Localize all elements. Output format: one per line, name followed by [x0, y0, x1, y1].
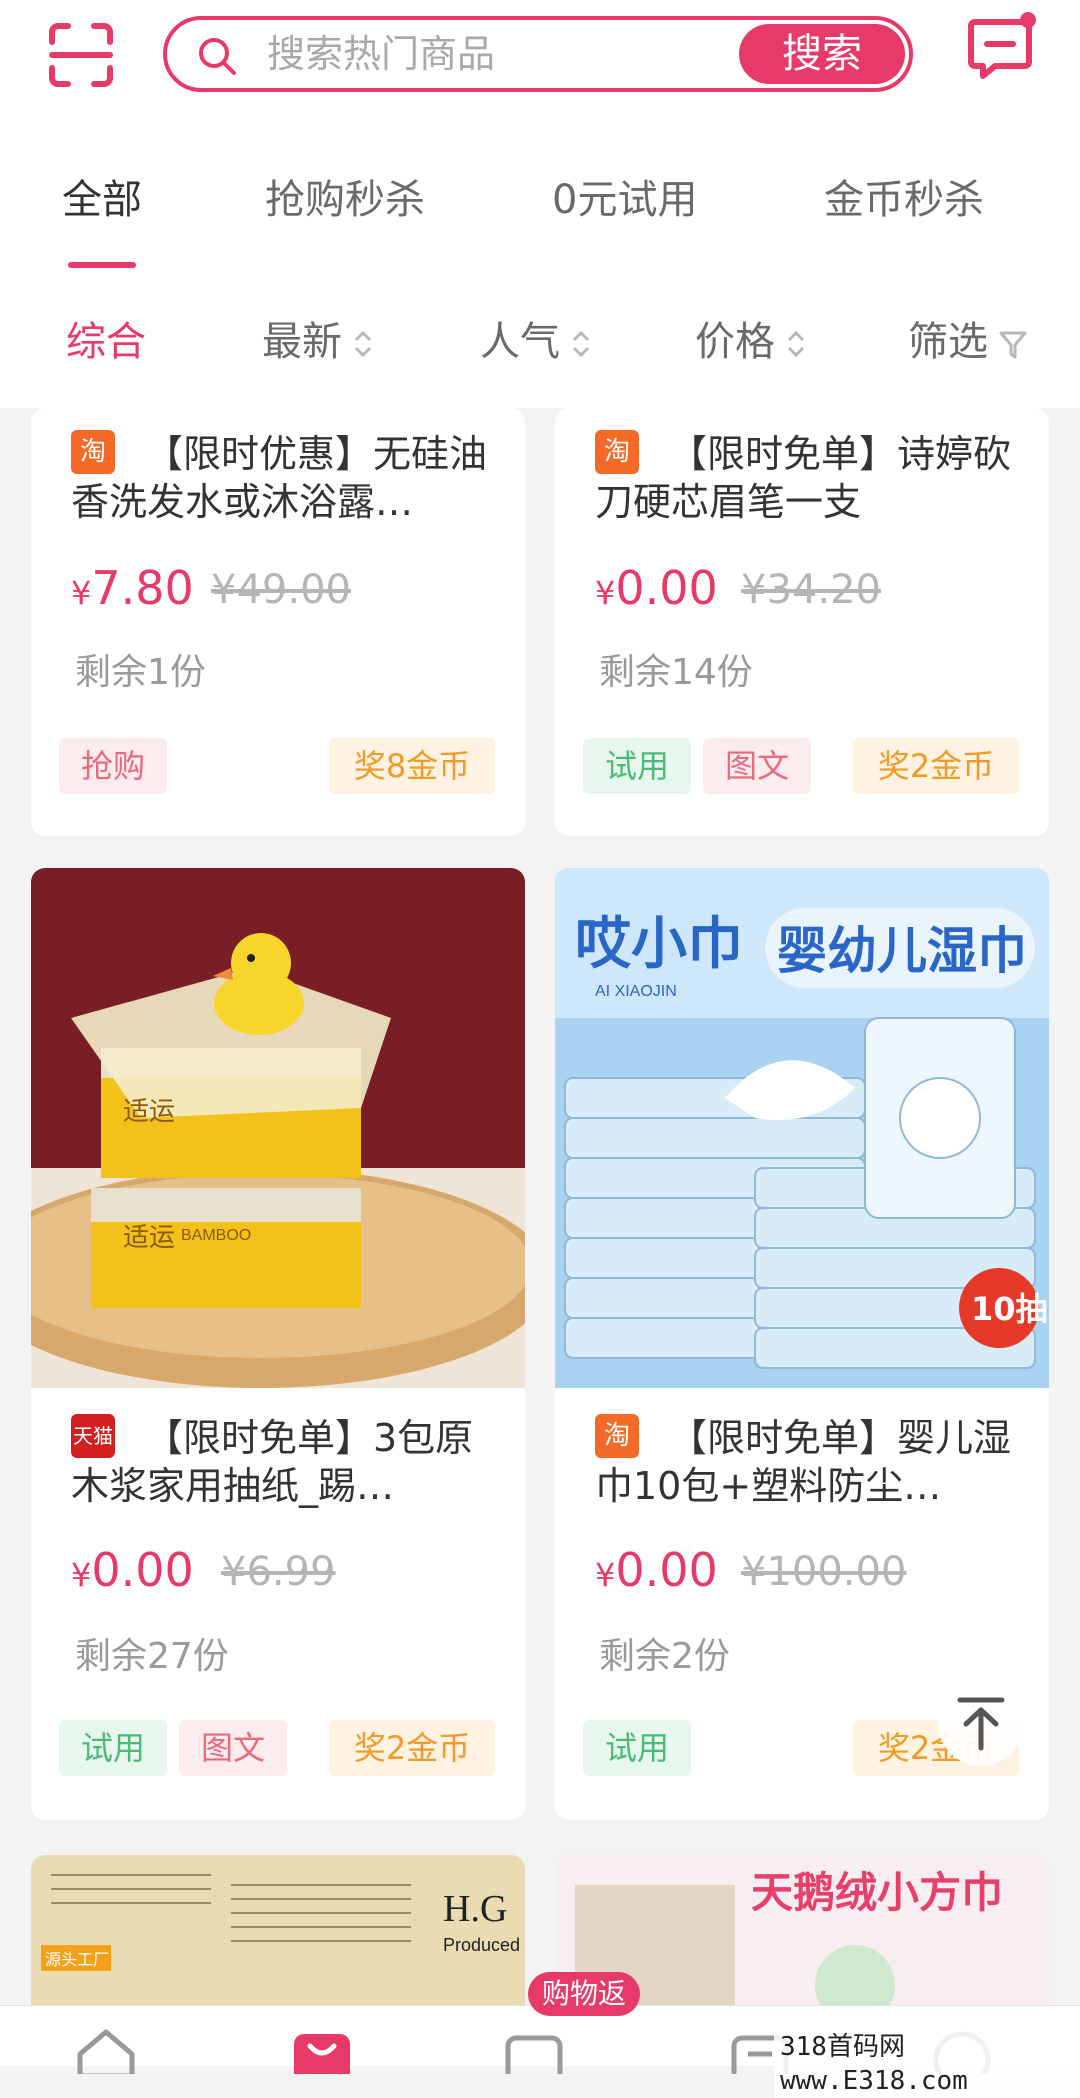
product-title: 【限时优惠】无硅油香洗发水或沐浴露… — [71, 432, 488, 524]
product-card[interactable]: 哎小巾 AI XIAOJIN 婴幼儿湿巾 10抽 淘【限时免单】婴儿湿巾10包+… — [555, 868, 1049, 1820]
original-price: ¥100.00 — [741, 1549, 907, 1595]
coin-reward-tag: 奖2金币 — [853, 738, 1019, 794]
image-text: 天鹅绒小方巾 — [751, 1868, 1003, 1917]
tag-review: 图文 — [179, 1720, 287, 1776]
sort-arrows-icon — [354, 330, 372, 358]
image-text: Produced by — [443, 1935, 525, 1955]
image-text: H.G — [443, 1888, 507, 1930]
taobao-badge: 淘 — [595, 1414, 639, 1458]
search-bar[interactable]: 搜索热门商品 搜索 — [163, 16, 913, 92]
sort-popularity[interactable]: 人气 — [480, 314, 592, 370]
original-price: ¥34.20 — [741, 567, 881, 613]
tag-review: 图文 — [703, 738, 811, 794]
product-card[interactable]: 淘【限时免单】诗婷砍刀硬芯眉笔一支 ¥0.00 ¥34.20 剩余14份 试用 … — [555, 408, 1049, 836]
tab-flash-sale[interactable]: 抢购秒杀 — [265, 172, 425, 228]
tag-trial: 试用 — [583, 738, 691, 794]
sort-arrows-icon — [787, 330, 805, 358]
product-image: 适运 适运 BAMBOO — [31, 868, 525, 1388]
cashback-badge: 购物返 — [528, 1972, 641, 2016]
watermark: 318首码网 www.E318.com — [774, 2030, 1080, 2098]
product-image: 哎小巾 AI XIAOJIN 婴幼儿湿巾 10抽 — [555, 868, 1049, 1388]
search-input[interactable]: 搜索热门商品 — [267, 28, 495, 80]
taobao-badge: 淘 — [71, 430, 115, 474]
coin-reward-tag: 奖8金币 — [329, 738, 495, 794]
product-title: 【限时免单】婴儿湿巾10包+塑料防尘… — [595, 1416, 1012, 1508]
product-title: 【限时免单】诗婷砍刀硬芯眉笔一支 — [595, 432, 1012, 524]
product-card[interactable]: H.G Produced by 源头工厂 — [31, 1855, 525, 2005]
headline-text: 婴幼儿湿巾 — [777, 922, 1027, 980]
tab-coin-sale[interactable]: 金币秒杀 — [824, 172, 984, 228]
filter-icon — [999, 331, 1027, 359]
tab-active-indicator — [68, 262, 136, 268]
sort-arrows-icon — [572, 330, 590, 358]
brand-text: AI XIAOJIN — [595, 983, 677, 1000]
scan-icon[interactable] — [48, 22, 114, 88]
category-tabs: 全部 抢购秒杀 0元试用 金币秒杀 — [0, 128, 1080, 278]
tab-free-trial[interactable]: 0元试用 — [552, 172, 697, 228]
home-icon[interactable] — [74, 2024, 138, 2074]
filter-button[interactable]: 筛选 — [908, 314, 1028, 370]
sort-newest[interactable]: 最新 — [262, 314, 374, 370]
brand-text: 适运 — [123, 1222, 175, 1252]
brand-text: BAMBOO — [181, 1227, 251, 1244]
product-card[interactable]: 适运 适运 BAMBOO 天猫 【限时免单】3包原木浆家用抽纸_踢… ¥0.00 … — [31, 868, 525, 1820]
tag-flash-sale: 抢购 — [59, 738, 167, 794]
product-price: ¥0.00 — [595, 561, 718, 615]
remaining-count: 剩余1份 — [75, 652, 206, 693]
product-price: ¥0.00 — [71, 1543, 194, 1597]
product-card[interactable]: 淘【限时优惠】无硅油香洗发水或沐浴露… ¥7.80 ¥49.00 剩余1份 抢购… — [31, 408, 525, 836]
remaining-count: 剩余14份 — [599, 652, 753, 693]
image-text: 源头工厂 — [45, 1950, 109, 1969]
search-button[interactable]: 搜索 — [739, 24, 905, 84]
tag-trial: 试用 — [583, 1720, 691, 1776]
tmall-badge: 天猫 — [71, 1414, 115, 1458]
arrow-up-icon — [957, 1697, 1005, 1751]
brand-text: 哎小巾 — [575, 912, 743, 977]
sort-overall[interactable]: 综合 — [66, 314, 146, 370]
cashback-icon[interactable] — [502, 2024, 566, 2074]
sort-price[interactable]: 价格 — [695, 314, 807, 370]
product-price: ¥7.80 — [71, 561, 194, 615]
product-title: 【限时免单】3包原木浆家用抽纸_踢… — [71, 1416, 474, 1508]
count-text: 10抽 — [971, 1290, 1048, 1328]
coin-reward-tag: 奖2金币 — [329, 1720, 495, 1776]
product-image: H.G Produced by 源头工厂 — [31, 1855, 525, 2005]
sort-bar: 综合 最新 人气 价格 筛选 — [0, 278, 1080, 408]
back-to-top-button[interactable] — [938, 1680, 1024, 1766]
remaining-count: 剩余27份 — [75, 1636, 229, 1677]
original-price: ¥49.00 — [211, 567, 351, 613]
original-price: ¥6.99 — [221, 1549, 336, 1595]
taobao-badge: 淘 — [595, 430, 639, 474]
brand-text: 适运 — [123, 1096, 175, 1126]
search-icon — [199, 38, 236, 75]
top-bar: 搜索热门商品 搜索 — [0, 0, 1080, 128]
product-price: ¥0.00 — [595, 1543, 718, 1597]
shopping-bag-icon[interactable] — [290, 2024, 354, 2074]
remaining-count: 剩余2份 — [599, 1636, 730, 1677]
tab-all[interactable]: 全部 — [62, 172, 142, 228]
tag-trial: 试用 — [59, 1720, 167, 1776]
notification-dot — [1020, 12, 1036, 28]
